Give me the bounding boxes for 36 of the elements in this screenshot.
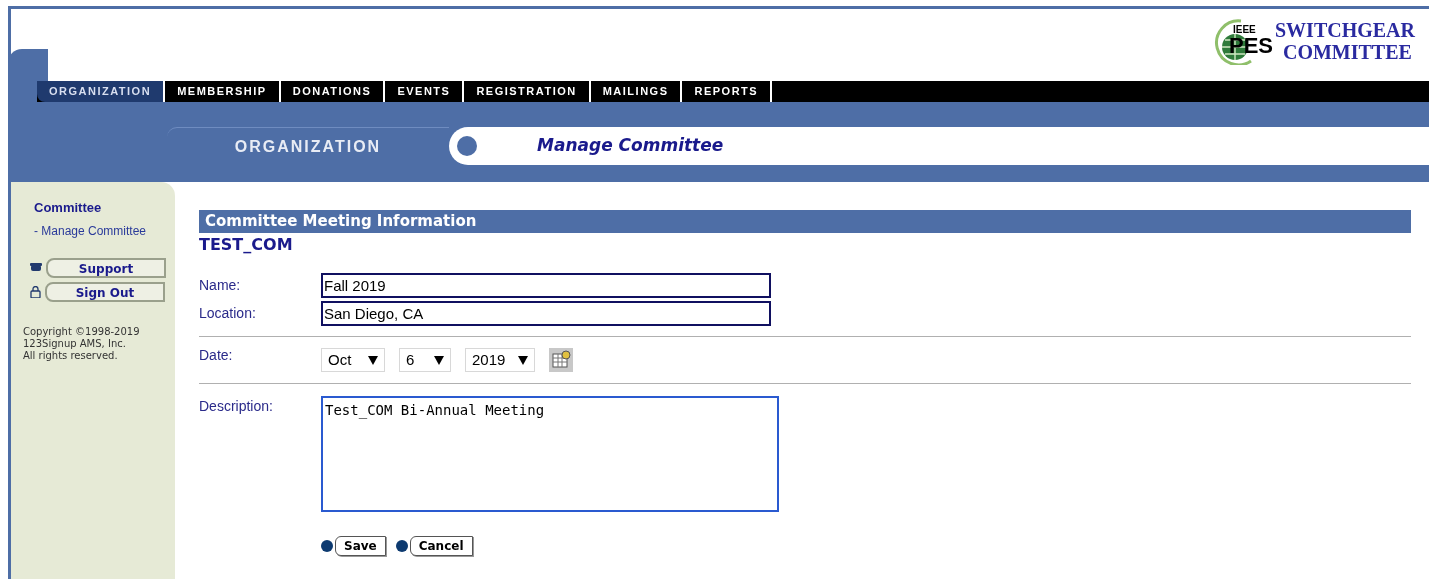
dropdown[interactable]: 6: [399, 348, 451, 372]
logo-subtitle: COMMITTEE: [1281, 41, 1413, 63]
field-label: Date:: [199, 346, 234, 365]
field-label: Description:: [199, 397, 274, 416]
logo-small-text: IEEE: [1232, 25, 1256, 35]
lock-icon: [30, 285, 41, 298]
sidebar-button[interactable]: Sign Out: [45, 281, 165, 302]
sidebar-heading: Committee: [34, 199, 103, 217]
page-title: Manage Committee: [537, 134, 724, 158]
copyright-text: Copyright ©1998-2019: [23, 325, 141, 338]
caret-icon: [518, 355, 528, 365]
caret-icon: [434, 355, 444, 365]
logo-title: SWITCHGEAR: [1274, 19, 1415, 41]
field-label: Name:: [199, 276, 242, 295]
form-button[interactable]: Cancel: [409, 536, 473, 556]
dropdown[interactable]: Oct: [321, 348, 385, 372]
bullet-icon: [395, 540, 408, 552]
section-header: Committee Meeting Information: [199, 210, 1411, 233]
dropdown[interactable]: 2019: [465, 348, 535, 372]
calendar-icon[interactable]: [549, 348, 573, 372]
copyright-text: 123Signup AMS, Inc.: [23, 337, 127, 350]
caret-icon: [368, 355, 378, 365]
description-field[interactable]: Test_COM Bi-Annual Meeting: [321, 396, 779, 512]
field-label: Location:: [199, 304, 257, 323]
form-button[interactable]: Save: [335, 536, 386, 556]
sidebar-link[interactable]: - Manage Committee: [34, 221, 175, 240]
text-field[interactable]: San Diego, CA: [321, 301, 771, 326]
bullet-icon: [321, 540, 333, 552]
phone-icon: [30, 263, 42, 272]
text-field[interactable]: Fall 2019: [321, 273, 771, 298]
nav-tab[interactable]: ORGANIZATION: [37, 81, 166, 102]
copyright-text: All rights reserved.: [23, 349, 119, 362]
committee-code: TEST_COM: [199, 234, 294, 256]
sidebar-button[interactable]: Support: [46, 257, 166, 278]
logo-mark: PES: [1228, 35, 1273, 57]
circle-icon: [457, 136, 477, 156]
